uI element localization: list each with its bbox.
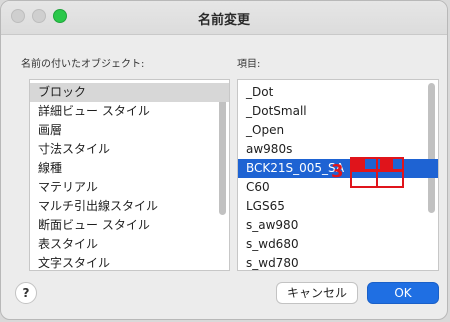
annotation-fill bbox=[380, 159, 393, 169]
annotation-fill bbox=[352, 159, 365, 169]
dialog-title: 名前変更 bbox=[197, 13, 250, 28]
annotation-number: 3 bbox=[331, 161, 344, 182]
ok-button[interactable]: OK bbox=[367, 282, 439, 304]
named-object-row[interactable]: 文字スタイル bbox=[30, 254, 229, 270]
cancel-button[interactable]: キャンセル bbox=[276, 282, 358, 304]
annotation-box bbox=[376, 170, 404, 188]
title-bar: 名前変更 bbox=[1, 1, 447, 35]
named-objects-label: 名前の付いたオブジェクト: bbox=[21, 59, 145, 70]
items-label: 項目: bbox=[237, 59, 261, 70]
item-row[interactable]: _Open bbox=[238, 121, 438, 140]
help-button[interactable]: ? bbox=[15, 282, 37, 304]
item-row[interactable]: s_wd780 bbox=[238, 254, 438, 270]
named-object-row[interactable]: 表スタイル bbox=[30, 235, 229, 254]
item-row[interactable]: s_aw980 bbox=[238, 216, 438, 235]
rename-dialog: 名前変更 名前の付いたオブジェクト: 項目: ブロック 詳細ビュー スタイル 画層寸… bbox=[0, 0, 448, 320]
named-object-row[interactable]: 詳細ビュー スタイル bbox=[30, 102, 229, 121]
item-row[interactable]: aw980s bbox=[238, 140, 438, 159]
named-object-row[interactable]: 画層 bbox=[30, 121, 229, 140]
named-object-row[interactable]: 線種 bbox=[30, 159, 229, 178]
named-object-row[interactable]: 寸法スタイル bbox=[30, 140, 229, 159]
item-row[interactable]: _Dot bbox=[238, 83, 438, 102]
named-objects-list[interactable]: ブロック 詳細ビュー スタイル 画層 寸法スタイル 線種 マテリアル マルチ引出線スタイル断… bbox=[29, 79, 230, 271]
named-object-row[interactable]: 断面ビュー スタイル bbox=[30, 216, 229, 235]
item-row[interactable]: LGS65 bbox=[238, 197, 438, 216]
item-row[interactable]: s_wd680 bbox=[238, 235, 438, 254]
named-object-row[interactable]: マテリアル bbox=[30, 178, 229, 197]
named-object-row[interactable]: ブロック bbox=[30, 83, 229, 102]
named-object-row[interactable]: マルチ引出線スタイル bbox=[30, 197, 229, 216]
item-row[interactable]: _DotSmall bbox=[238, 102, 438, 121]
annotation-box bbox=[350, 170, 378, 188]
